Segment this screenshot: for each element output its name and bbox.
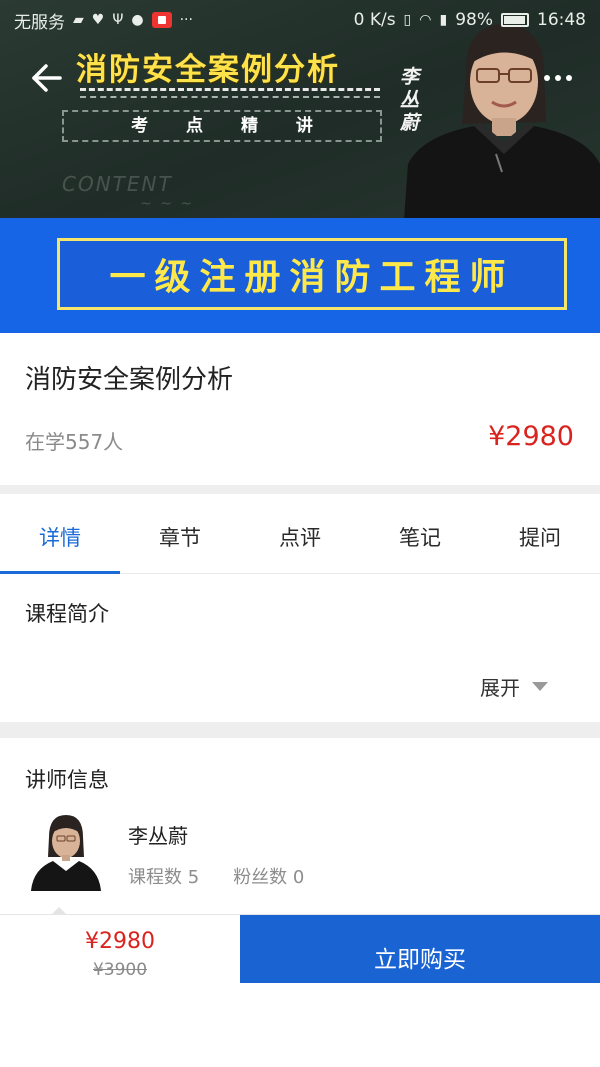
caret-up-icon [52,907,66,914]
banner-subtitle: 考 点 精 讲 [62,110,382,142]
instructor-course-count: 课程数 5 [128,867,200,888]
tab-notes[interactable]: 笔记 [360,494,480,573]
expand-label: 展开 [480,676,520,700]
section-divider [0,722,600,738]
bottom-purchase-bar: ¥2980 ¥3900 立即购买 [0,914,600,983]
back-arrow-icon [32,64,62,92]
signal-icon: ▮ [439,12,448,28]
wifi-icon: ◠ [419,12,432,28]
intro-heading: 课程简介 [25,602,109,626]
bottom-original-price: ¥3900 [92,960,148,980]
tab-chapters[interactable]: 章节 [120,494,240,573]
carrier-label: 无服务 [14,12,65,33]
more-notifications-icon: ··· [179,12,193,28]
instructor-stats: 课程数 5 粉丝数 0 [128,863,304,889]
banner-course-title: 消防安全案例分析 [76,52,340,88]
instructor-name: 李丛蔚 [128,824,188,848]
instructor-avatar[interactable] [31,811,101,891]
network-speed: 0 K/s [353,10,396,30]
chalk-scribble: ~ ~ ~ [140,196,195,212]
instructor-heading: 讲师信息 [25,768,109,792]
expand-button[interactable]: 展开 [480,672,548,701]
bottom-price-block: ¥2980 ¥3900 [0,915,240,983]
battery-icon [501,13,529,27]
banner-divider [80,96,380,98]
activity-icon: ▰ [73,12,84,28]
vibrate-icon: ▯ [403,12,412,28]
battery-percent: 98% [455,10,493,30]
section-divider [0,485,600,494]
exam-title-box: 一级注册消防工程师 [57,238,567,310]
tab-bar: 详情 章节 点评 笔记 提问 [0,494,600,574]
tab-reviews[interactable]: 点评 [240,494,360,573]
teacher-photo [404,24,600,220]
record-icon [151,12,172,28]
learner-count: 在学557人 [25,430,124,454]
tab-questions[interactable]: 提问 [480,494,600,573]
more-dots-icon[interactable] [534,60,582,96]
banner-divider [80,88,380,91]
back-button[interactable] [22,56,70,100]
heart-icon: ♥ [91,12,105,28]
chalk-text: CONTENT [62,172,173,196]
buy-now-button[interactable]: 立即购买 [240,915,600,983]
course-price: ¥2980 [488,421,574,452]
bottom-current-price: ¥2980 [85,929,155,954]
clock: 16:48 [537,10,586,30]
course-title: 消防安全案例分析 [25,365,234,395]
course-intro-section: 课程简介 展开 [0,574,600,722]
course-info-section: 消防安全案例分析 在学557人 ¥2980 [0,333,600,485]
shield-icon: ● [131,12,144,28]
course-cover-banner: CONTENT ~ ~ ~ 消防安全案例分析 考 点 精 讲 李丛蔚 无服务 ▰… [0,0,600,333]
expand-triangle-icon [532,682,548,691]
instructor-fan-count: 粉丝数 0 [233,867,305,888]
status-bar: 无服务 ▰ ♥ Ψ ● ··· 0 K/s ▯ ◠ ▮ 98% 16:48 [0,0,600,40]
tab-details[interactable]: 详情 [0,494,120,574]
exam-title: 一级注册消防工程师 [109,257,515,298]
exam-banner: 一级注册消防工程师 [0,218,600,333]
usb-icon: Ψ [112,12,124,28]
instructor-section: 讲师信息 李丛蔚 课程数 5 粉丝数 0 [0,738,600,914]
